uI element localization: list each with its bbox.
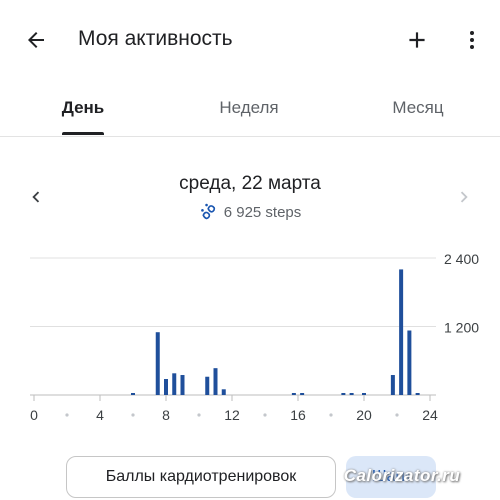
previous-day-button[interactable] [22, 180, 50, 214]
y-tick-label: 1 200 [444, 320, 479, 336]
add-button[interactable] [400, 22, 434, 58]
selected-date: среда, 22 марта [179, 173, 321, 194]
chart-bar [390, 375, 395, 395]
chart-bar [221, 389, 226, 395]
chart-bar [399, 269, 404, 395]
steps-count: 6 925 steps [223, 203, 302, 221]
steps-summary: 6 925 steps [100, 202, 400, 222]
x-minor-dot [329, 413, 333, 417]
app-bar: Моя активность [0, 0, 500, 80]
x-minor-dot [65, 413, 69, 417]
chart-bar [155, 332, 160, 395]
chart-bar [349, 393, 354, 395]
plus-icon [409, 32, 425, 48]
x-tick-label: 12 [224, 407, 240, 423]
y-tick-label: 2 400 [444, 251, 479, 267]
chart-bar [205, 376, 210, 395]
back-button[interactable] [20, 22, 52, 58]
x-minor-dot [197, 413, 201, 417]
chart-bar [362, 393, 366, 395]
active-tab-indicator [62, 132, 104, 135]
chart-bar [415, 393, 420, 395]
x-tick-label: 4 [96, 407, 104, 423]
x-tick-label: 20 [356, 407, 372, 423]
x-tick-label: 24 [422, 407, 438, 423]
chart-bar [180, 375, 185, 395]
period-tabs: День Неделя Месяц [0, 80, 500, 137]
x-tick-label: 16 [290, 407, 306, 423]
cardio-points-chip[interactable]: Баллы кардиотренировок [66, 456, 336, 498]
tab-week[interactable]: Неделя [199, 80, 299, 136]
activity-bar-chart: 1 200 2 400 0 4 8 12 16 20 24 [30, 251, 479, 423]
steps-icon [200, 203, 215, 220]
chart-bar [291, 393, 296, 395]
chart-bar [131, 393, 135, 395]
x-tick-label: 8 [162, 407, 170, 423]
x-tick-label: 0 [30, 407, 38, 423]
more-vert-icon [470, 31, 474, 49]
watermark-logo: Calorizator.ru [343, 466, 461, 485]
chart-bar [407, 330, 412, 395]
chart-bar [341, 393, 346, 395]
x-minor-dot [395, 413, 399, 417]
x-minor-dot [131, 413, 135, 417]
next-day-button[interactable] [450, 180, 478, 214]
chart-bar [300, 393, 305, 395]
chart-bar [172, 373, 177, 395]
chart-bar [213, 368, 218, 395]
chevron-left-icon [32, 191, 40, 203]
chevron-right-icon [460, 191, 468, 203]
page-title: Моя активность [78, 27, 233, 50]
tab-month[interactable]: Месяц [378, 80, 458, 136]
more-options-button[interactable] [458, 22, 486, 58]
x-minor-dot [263, 413, 267, 417]
tab-day[interactable]: День [43, 80, 123, 136]
chart-bar [164, 379, 168, 395]
arrow-left-icon [28, 32, 44, 48]
